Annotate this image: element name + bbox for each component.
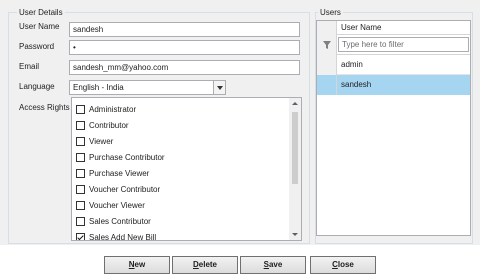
username-column-header[interactable]: User Name [337,21,381,35]
access-rights-scrollbar[interactable] [289,98,301,240]
access-right-checkbox[interactable] [76,168,85,178]
access-right-label: Sales Contributor [89,216,151,226]
access-right-checkbox[interactable] [76,200,85,210]
delete-button-label: elete [198,260,217,269]
username-label: User Name [19,22,60,31]
access-right-checkbox[interactable] [76,104,85,114]
new-button-label: ew [134,260,146,269]
access-right-item[interactable]: Administrator [76,103,136,115]
access-right-item[interactable]: Purchase Viewer [76,167,149,179]
new-button[interactable]: New [104,256,170,274]
user-cell[interactable]: sandesh [337,78,371,92]
main-panel: User Details User Name sandesh Password … [0,0,480,245]
users-title: Users [318,8,343,17]
access-right-label: Viewer [89,136,114,146]
language-value: English - India [73,83,124,92]
save-button-label: ave [268,260,283,269]
scroll-down-icon[interactable] [292,233,298,236]
email-label: Email [19,62,40,71]
access-right-label: Voucher Contributor [89,184,161,194]
language-label: Language [19,82,55,91]
close-button-label: lose [337,260,354,269]
filter-row: Type here to filter [317,35,470,55]
save-button[interactable]: Save [240,256,306,274]
access-right-checkbox[interactable] [76,216,85,226]
row-header-cell [317,75,337,95]
access-right-checkbox[interactable] [76,120,85,130]
user-cell[interactable]: admin [337,58,363,72]
access-right-label: Sales Add New Bill [89,232,157,241]
access-right-item[interactable]: Contributor [76,119,129,131]
access-right-label: Administrator [89,104,137,114]
access-right-checkbox[interactable] [76,136,85,146]
access-right-label: Purchase Viewer [89,168,150,178]
email-field[interactable]: sandesh_mm@yahoo.com [69,60,300,75]
access-right-item[interactable]: Voucher Viewer [76,199,145,211]
filter-row-header [317,35,337,55]
table-row[interactable]: sandesh [317,75,470,95]
row-header-cell [317,21,337,35]
access-right-checkbox[interactable] [76,184,85,194]
password-label: Password [19,42,55,51]
username-field[interactable]: sandesh [69,22,300,37]
password-field[interactable]: • [69,40,300,55]
access-right-item[interactable]: Sales Add New Bill [76,231,157,241]
access-rights-list[interactable]: Administrator Contributor Viewer Purchase C… [71,97,302,241]
access-rights-label: Access Rights [19,103,70,112]
access-right-item[interactable]: Voucher Contributor [76,183,160,195]
table-row[interactable]: admin [317,55,470,75]
filter-icon[interactable] [323,41,331,49]
access-right-checkbox[interactable] [76,152,85,162]
scroll-up-icon[interactable] [292,102,298,105]
row-header-cell [317,55,337,75]
access-right-label: Purchase Contributor [89,152,165,162]
language-select[interactable]: English - India [69,80,226,95]
access-right-label: Voucher Viewer [89,200,145,210]
delete-button[interactable]: Delete [172,256,238,274]
access-right-label: Contributor [89,120,129,130]
chevron-down-icon[interactable] [213,81,225,94]
users-grid[interactable]: User Name Type here to filter admin sand… [316,20,471,236]
access-right-item[interactable]: Purchase Contributor [76,151,165,163]
user-details-title: User Details [17,8,65,17]
close-button[interactable]: Close [310,256,376,274]
access-right-item[interactable]: Sales Contributor [76,215,151,227]
access-right-item[interactable]: Viewer [76,135,113,147]
grid-header-row: User Name [317,21,470,35]
scroll-thumb[interactable] [292,112,298,184]
access-right-checkbox[interactable] [76,232,85,240]
filter-input[interactable]: Type here to filter [338,37,469,52]
